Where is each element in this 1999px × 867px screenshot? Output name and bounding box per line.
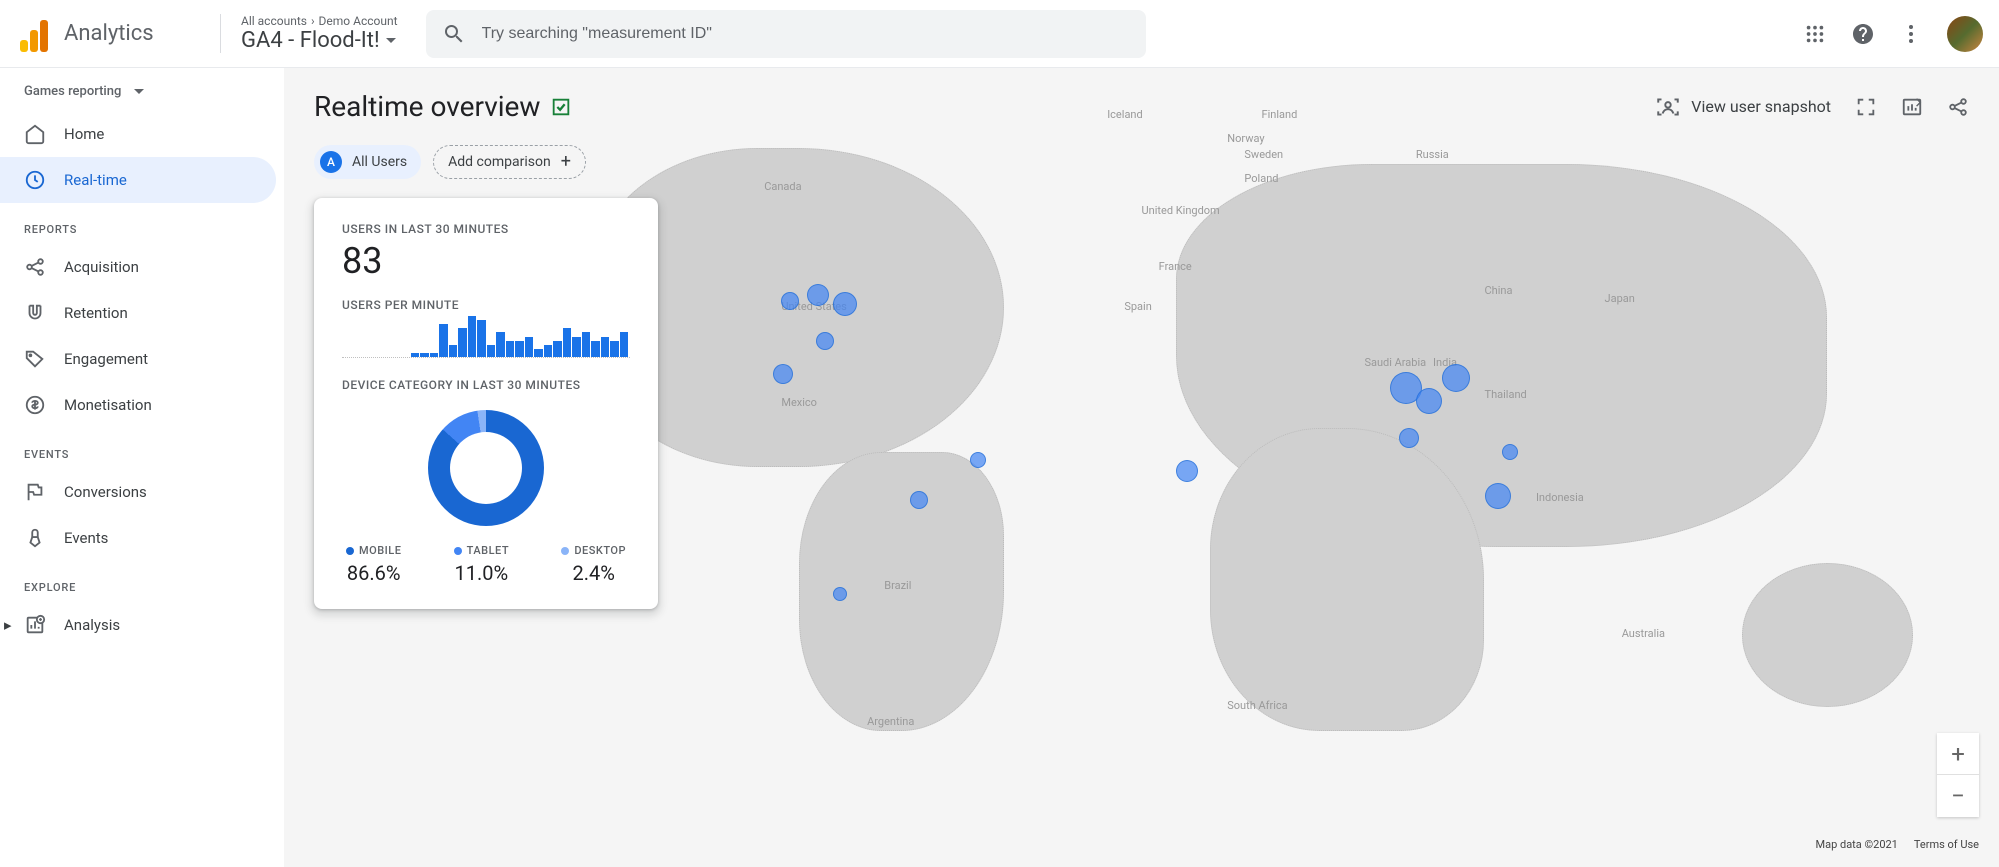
sidebar-item-analysis[interactable]: ▸ Analysis [0,602,276,648]
clock-icon [24,169,46,191]
group-label-events: EVENTS [0,428,284,469]
map-terms-link[interactable]: Terms of Use [1914,838,1979,851]
legend-value: 86.6% [346,561,401,585]
legend-item: DESKTOP 2.4% [561,544,626,585]
logo-area: Analytics [16,16,200,52]
analysis-icon [24,614,46,636]
users-label: USERS IN LAST 30 MINUTES [342,222,630,236]
product-name: Analytics [64,21,154,46]
realtime-card: USERS IN LAST 30 MINUTES 83 USERS PER MI… [314,198,658,609]
header: Analytics All accounts › Demo Account GA… [0,0,1999,68]
breadcrumb-accounts: All accounts [241,14,307,28]
sidebar-item-engagement[interactable]: Engagement [0,336,276,382]
sidebar-item-label: Analysis [64,616,120,634]
share-icon [24,256,46,278]
breadcrumb-account: Demo Account [319,14,398,28]
breadcrumb: All accounts › Demo Account [241,14,398,28]
report-picker-label: Games reporting [24,84,121,99]
sidebar-item-monetisation[interactable]: Monetisation [0,382,276,428]
map-attribution: Map data ©2021 Terms of Use [1816,838,1980,851]
sidebar-item-label: Events [64,529,108,547]
group-label-reports: REPORTS [0,203,284,244]
search-bar[interactable] [426,10,1146,58]
legend-value: 2.4% [561,561,626,585]
sidebar-item-home[interactable]: Home [0,111,276,157]
per-minute-label: USERS PER MINUTE [342,298,630,312]
map-zoom-controls: + − [1937,733,1979,817]
home-icon [24,123,46,145]
sidebar: Games reporting Home Real-time REPORTS A… [0,68,284,867]
sidebar-item-label: Home [64,125,104,143]
zoom-out-button[interactable]: − [1937,775,1979,817]
sidebar-item-realtime[interactable]: Real-time [0,157,276,203]
chip-label: Add comparison [448,154,551,170]
snapshot-label: View user snapshot [1691,97,1831,116]
legend-value: 11.0% [454,561,509,585]
property-name: GA4 - Flood-It! [241,28,380,53]
dollar-icon [24,394,46,416]
plus-icon: + [561,153,571,171]
fullscreen-icon[interactable] [1855,96,1877,118]
chip-label: All Users [352,154,407,170]
customize-icon[interactable] [1901,96,1923,118]
sidebar-item-label: Acquisition [64,258,139,276]
chip-all-users[interactable]: A All Users [314,145,421,179]
device-label: DEVICE CATEGORY IN LAST 30 MINUTES [342,378,630,392]
users-per-minute-chart [342,316,630,358]
analytics-logo-icon [16,16,52,52]
avatar[interactable] [1947,16,1983,52]
view-user-snapshot-button[interactable]: View user snapshot [1655,94,1831,120]
sidebar-item-retention[interactable]: Retention [0,290,276,336]
device-donut-chart [428,410,544,526]
legend-item: TABLET 11.0% [454,544,509,585]
user-snapshot-icon [1655,94,1681,120]
dropdown-icon [133,88,145,96]
flag-icon [24,481,46,503]
add-comparison-button[interactable]: Add comparison + [433,145,586,179]
search-input[interactable] [482,25,1130,43]
map-copyright: Map data ©2021 [1816,838,1898,851]
apps-icon[interactable] [1803,22,1827,46]
main-content: Canada United States Mexico Brazil Argen… [284,68,1999,867]
expand-icon: ▸ [4,616,12,634]
sidebar-item-events[interactable]: Events [0,515,276,561]
magnet-icon [24,302,46,324]
sidebar-item-acquisition[interactable]: Acquisition [0,244,276,290]
chevron-down-icon [386,38,396,43]
tag-icon [24,348,46,370]
device-legend: MOBILE 86.6% TABLET 11.0% DESKTOP 2.4% [342,544,630,585]
legend-name: DESKTOP [574,544,626,557]
share-icon[interactable] [1947,96,1969,118]
chip-badge: A [320,151,342,173]
sidebar-item-label: Real-time [64,171,127,189]
more-vert-icon[interactable] [1899,22,1923,46]
verified-icon [550,96,572,118]
report-picker[interactable]: Games reporting [0,84,284,111]
sidebar-item-label: Retention [64,304,128,322]
chevron-right-icon: › [311,14,315,28]
legend-name: MOBILE [359,544,401,557]
tap-icon [24,527,46,549]
header-actions [1803,16,1983,52]
legend-item: MOBILE 86.6% [346,544,401,585]
group-label-explore: EXPLORE [0,561,284,602]
sidebar-item-label: Engagement [64,350,148,368]
users-count: 83 [342,240,630,282]
sidebar-item-conversions[interactable]: Conversions [0,469,276,515]
help-icon[interactable] [1851,22,1875,46]
zoom-in-button[interactable]: + [1937,733,1979,775]
sidebar-item-label: Conversions [64,483,147,501]
property-selector[interactable]: All accounts › Demo Account GA4 - Flood-… [220,14,398,53]
search-icon [442,22,466,46]
legend-name: TABLET [467,544,509,557]
page-title: Realtime overview [314,90,540,123]
sidebar-item-label: Monetisation [64,396,152,414]
